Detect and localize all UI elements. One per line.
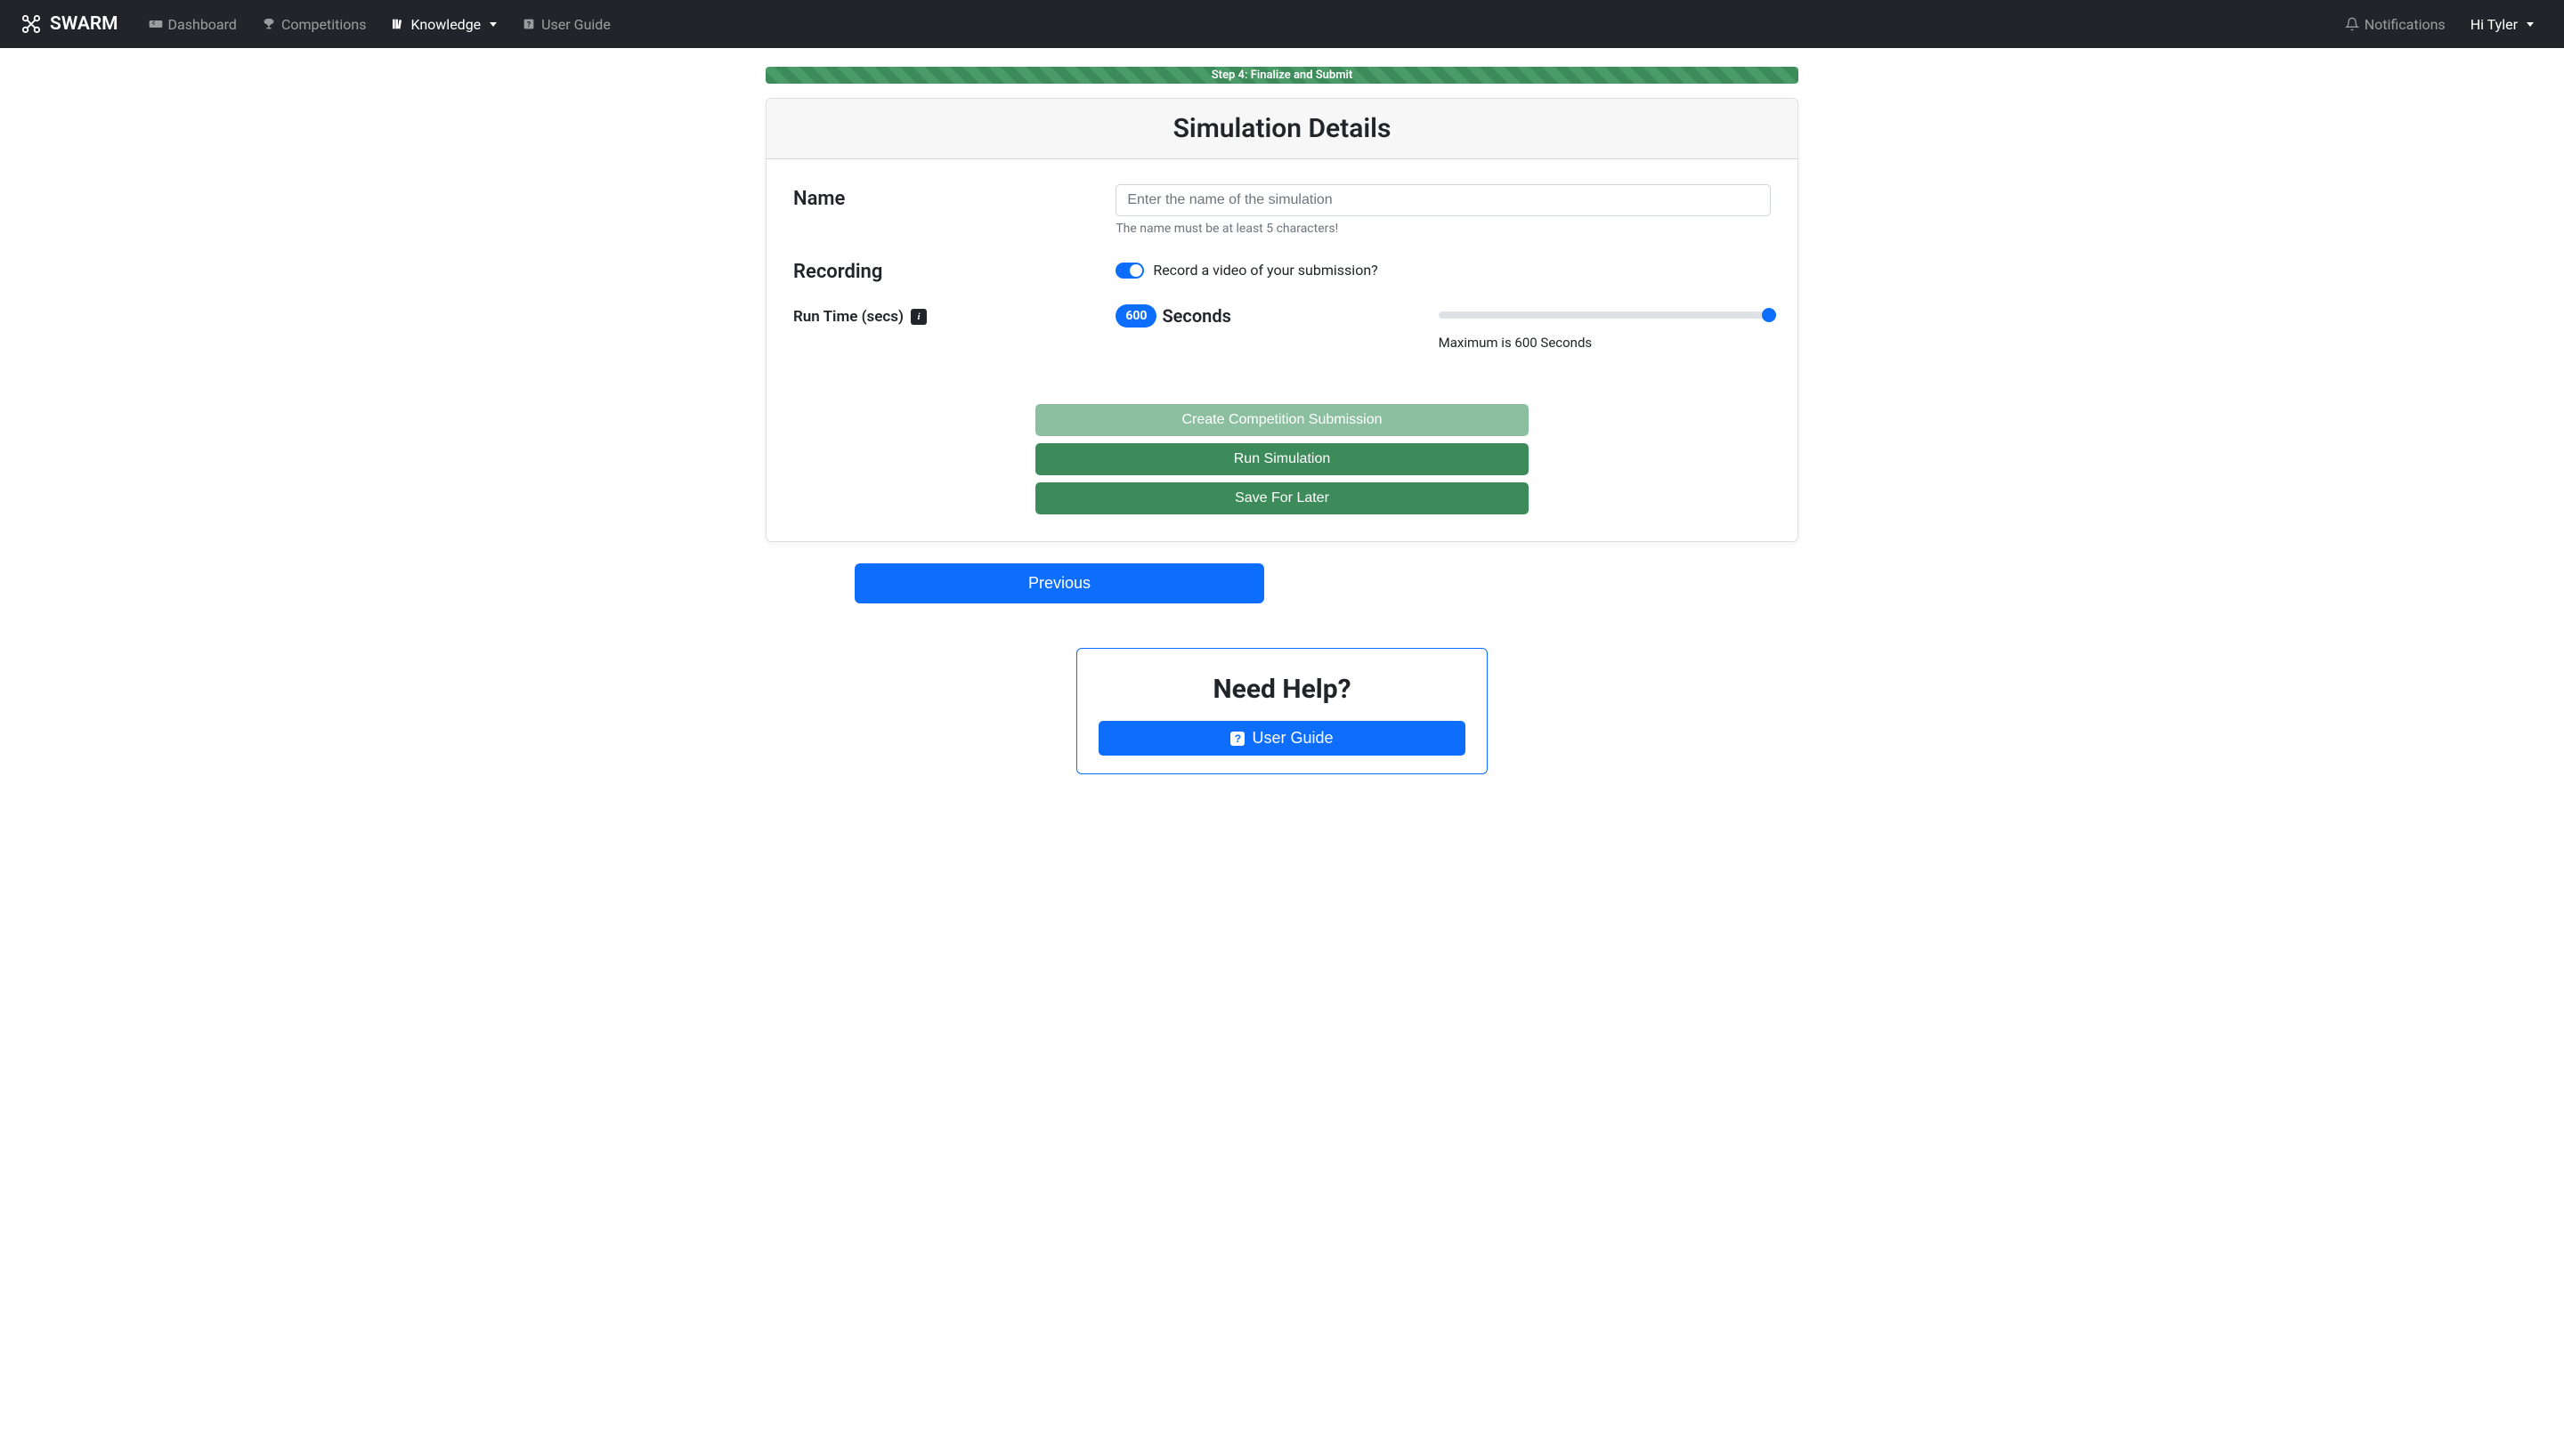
help-title: Need Help? (1099, 674, 1465, 705)
navbar: SWARM Dashboard Competitions Knowledge ? (0, 0, 2564, 48)
chevron-down-icon (490, 22, 497, 27)
name-input[interactable] (1116, 184, 1771, 216)
nav-knowledge[interactable]: Knowledge (382, 9, 506, 40)
name-row: Name The name must be at least 5 charact… (793, 184, 1771, 236)
nav-user-guide-label: User Guide (541, 16, 611, 33)
runtime-value-badge: 600 (1116, 304, 1156, 328)
runtime-slider[interactable] (1439, 311, 1771, 319)
runtime-label-col: Run Time (secs) i (793, 304, 1116, 326)
runtime-row: Run Time (secs) i 600 Seconds Maximum is… (793, 304, 1771, 351)
progress-step-bar: Step 4: Finalize and Submit (766, 67, 1798, 84)
drone-icon (21, 14, 41, 34)
nav-dashboard[interactable]: Dashboard (140, 9, 246, 40)
nav-knowledge-label: Knowledge (410, 16, 481, 33)
question-icon: ? (522, 17, 536, 31)
gamepad-icon (149, 17, 163, 31)
action-buttons: Create Competition Submission Run Simula… (1035, 404, 1529, 514)
main-container: Step 4: Finalize and Submit Simulation D… (752, 67, 1812, 774)
previous-wrap: Previous (855, 563, 1798, 603)
runtime-unit: Seconds (1162, 305, 1230, 327)
nav-user-menu[interactable]: Hi Tyler (2462, 9, 2543, 40)
help-card: Need Help? ? User Guide (1076, 648, 1488, 774)
recording-label: Recording (793, 257, 1116, 283)
question-icon: ? (1230, 732, 1245, 746)
nav-competitions-label: Competitions (281, 16, 367, 33)
runtime-slider-col: Maximum is 600 Seconds (1439, 304, 1771, 351)
nav-competitions[interactable]: Competitions (253, 9, 376, 40)
help-button-label: User Guide (1252, 729, 1333, 748)
navbar-right: Notifications Hi Tyler (2336, 9, 2543, 40)
info-icon[interactable]: i (911, 309, 927, 325)
previous-button[interactable]: Previous (855, 563, 1264, 603)
user-greeting: Hi Tyler (2471, 16, 2518, 33)
progress-step-label: Step 4: Finalize and Submit (1212, 69, 1353, 82)
bell-icon (2345, 17, 2359, 31)
card-body: Name The name must be at least 5 charact… (767, 159, 1797, 541)
books-icon (391, 17, 405, 31)
card-title: Simulation Details (781, 113, 1783, 144)
name-label: Name (793, 184, 1116, 236)
name-control-wrap: The name must be at least 5 characters! (1116, 184, 1771, 236)
run-simulation-button[interactable]: Run Simulation (1035, 443, 1529, 475)
recording-control: Record a video of your submission? (1116, 257, 1771, 283)
navbar-left: SWARM Dashboard Competitions Knowledge ? (21, 9, 620, 40)
nav-dashboard-label: Dashboard (168, 16, 237, 33)
toggle-knob (1130, 264, 1142, 277)
trophy-icon (262, 17, 276, 31)
card-header: Simulation Details (767, 99, 1797, 159)
nav-user-guide[interactable]: ? User Guide (513, 9, 620, 40)
brand-link[interactable]: SWARM (21, 13, 118, 35)
chevron-down-icon (2527, 22, 2534, 27)
name-hint: The name must be at least 5 characters! (1116, 222, 1771, 236)
slider-thumb[interactable] (1762, 308, 1776, 322)
create-submission-button[interactable]: Create Competition Submission (1035, 404, 1529, 436)
recording-row: Recording Record a video of your submiss… (793, 257, 1771, 283)
brand-text: SWARM (50, 13, 118, 35)
svg-text:?: ? (527, 20, 531, 29)
nav-notifications[interactable]: Notifications (2336, 9, 2454, 40)
runtime-value-col: 600 Seconds (1116, 304, 1438, 328)
recording-toggle[interactable] (1116, 263, 1144, 279)
save-for-later-button[interactable]: Save For Later (1035, 482, 1529, 514)
nav-notifications-label: Notifications (2365, 16, 2446, 33)
runtime-label: Run Time (secs) (793, 308, 904, 326)
recording-toggle-label: Record a video of your submission? (1153, 262, 1377, 279)
runtime-hint: Maximum is 600 Seconds (1439, 335, 1771, 351)
help-user-guide-button[interactable]: ? User Guide (1099, 721, 1465, 756)
simulation-details-card: Simulation Details Name The name must be… (766, 98, 1798, 542)
